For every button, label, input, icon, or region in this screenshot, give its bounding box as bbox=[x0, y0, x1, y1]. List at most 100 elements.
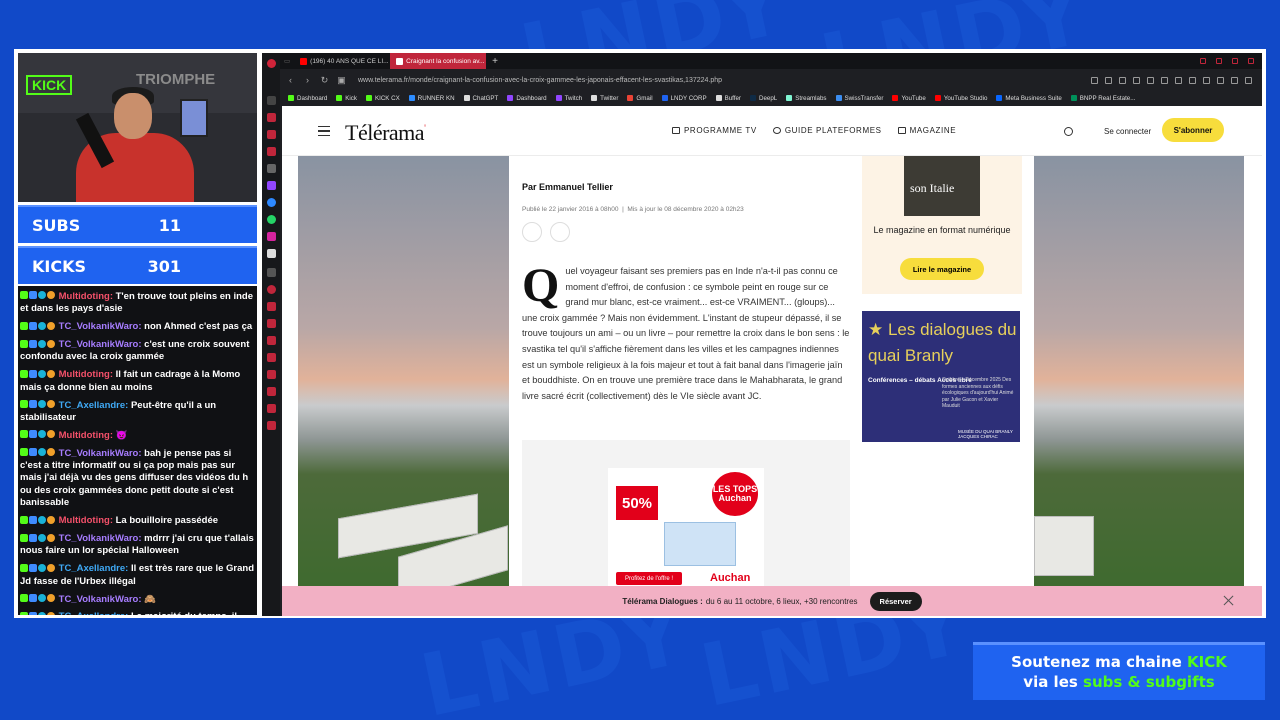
extension-icon[interactable] bbox=[1245, 76, 1252, 84]
twitch-icon[interactable] bbox=[266, 181, 276, 190]
tab-list-icon[interactable]: ▭ bbox=[280, 53, 294, 69]
tab-youtube[interactable]: (196) 40 ANS QUE CE LI... bbox=[294, 53, 390, 69]
bookmark-item[interactable]: Dashboard bbox=[288, 95, 327, 102]
subscribe-button[interactable]: S'abonner bbox=[1162, 118, 1224, 142]
chat-username[interactable]: TC_VolkanikWaro: bbox=[59, 321, 142, 332]
whatsapp-icon[interactable] bbox=[266, 215, 276, 224]
sidebar-icon[interactable] bbox=[266, 387, 276, 396]
close-icon[interactable] bbox=[1248, 58, 1254, 64]
bookmark-item[interactable]: Meta Business Suite bbox=[996, 95, 1062, 102]
bookmark-item[interactable]: LNDY CORP bbox=[661, 95, 707, 102]
share-icon[interactable] bbox=[522, 222, 542, 242]
read-magazine-button[interactable]: Lire le magazine bbox=[900, 258, 984, 280]
quai-branly-promo[interactable]: ★ Les dialogues du quai Branly Conférenc… bbox=[862, 311, 1020, 442]
chat-username[interactable]: Multidoting: bbox=[59, 369, 113, 380]
new-tab-button[interactable]: + bbox=[486, 53, 504, 69]
bookmark-icon[interactable] bbox=[550, 222, 570, 242]
telerama-logo[interactable]: Télérama' bbox=[345, 120, 426, 146]
tab-label: (196) 40 ANS QUE CE LI... bbox=[310, 57, 389, 65]
extension-icon[interactable] bbox=[1161, 76, 1168, 84]
sidebar-icon[interactable] bbox=[266, 96, 276, 105]
sidebar-icon[interactable] bbox=[266, 285, 276, 294]
article-author[interactable]: Par Emmanuel Tellier bbox=[522, 182, 613, 192]
chat-username[interactable]: TC_VolkanikWaro: bbox=[59, 339, 142, 350]
nav-guide-plateformes[interactable]: GUIDE PLATEFORMES bbox=[772, 126, 882, 135]
bookmark-item[interactable]: YouTube bbox=[892, 95, 926, 102]
bookmark-item[interactable]: Twitter bbox=[591, 95, 618, 102]
sidebar-icon[interactable] bbox=[266, 336, 276, 345]
chat-username[interactable]: TC_VolkanikWaro: bbox=[59, 533, 142, 544]
sidebar-icon[interactable] bbox=[266, 353, 276, 362]
sidebar-icon[interactable] bbox=[266, 113, 276, 122]
nav-programme-tv[interactable]: PROGRAMME TV bbox=[672, 126, 757, 135]
menu-icon[interactable] bbox=[318, 126, 330, 136]
chat-username[interactable]: TC_Axellandre: bbox=[59, 563, 129, 574]
bookmark-item[interactable]: KICK CX bbox=[365, 95, 400, 102]
reserve-button[interactable]: Réserver bbox=[869, 591, 922, 611]
sidebar-icon[interactable] bbox=[266, 147, 276, 156]
chat-username[interactable]: Multidoting: bbox=[59, 515, 113, 526]
advertisement[interactable]: 50% LES TOPS Auchan Profitez de l'offre … bbox=[522, 440, 850, 590]
nav-magazine[interactable]: MAGAZINE bbox=[897, 126, 957, 135]
bookmark-item[interactable]: Kick bbox=[336, 95, 357, 102]
login-link[interactable]: Se connecter bbox=[1104, 127, 1151, 136]
sidebar-icon[interactable] bbox=[266, 370, 276, 379]
bookmark-item[interactable]: RUNNER KN bbox=[408, 95, 455, 102]
bookmark-item[interactable]: SwissTransfer bbox=[835, 95, 883, 102]
badge-icon bbox=[20, 291, 28, 300]
ad-cta[interactable]: Profitez de l'offre ! bbox=[616, 572, 682, 585]
back-icon[interactable]: ‹ bbox=[286, 75, 295, 85]
chat-username[interactable]: TC_Axellandre: bbox=[59, 611, 129, 615]
extension-icon[interactable] bbox=[1133, 76, 1140, 84]
sidebar-icon[interactable] bbox=[266, 268, 276, 277]
bookmark-item[interactable]: DeepL bbox=[749, 95, 777, 102]
chat-username[interactable]: TC_VolkanikWaro: bbox=[59, 447, 142, 458]
bookmark-item[interactable]: Twitch bbox=[555, 95, 582, 102]
forward-icon[interactable]: › bbox=[303, 75, 312, 85]
bookmark-item[interactable]: YouTube Studio bbox=[934, 95, 987, 102]
extension-icon[interactable] bbox=[1203, 76, 1210, 84]
extension-icon[interactable] bbox=[1147, 76, 1154, 84]
chat-text: 😈 bbox=[115, 429, 128, 441]
instagram-icon[interactable] bbox=[266, 232, 276, 241]
bookmark-item[interactable]: Streamlabs bbox=[786, 95, 827, 102]
messenger-icon[interactable] bbox=[266, 198, 276, 207]
reload-icon[interactable]: ↻ bbox=[320, 75, 329, 86]
extension-icon[interactable] bbox=[1189, 76, 1196, 84]
close-icon[interactable] bbox=[1223, 595, 1234, 606]
bookmark-item[interactable]: Dashboard bbox=[507, 94, 547, 102]
extension-icon[interactable] bbox=[1217, 76, 1224, 84]
search-icon[interactable] bbox=[1064, 127, 1073, 136]
lock-icon[interactable]: ▣ bbox=[337, 75, 346, 86]
bookmark-item[interactable]: Gmail bbox=[627, 95, 653, 102]
opera-icon[interactable] bbox=[266, 59, 276, 68]
chat-message: Multidoting: T'en trouve tout pleins en … bbox=[20, 290, 255, 316]
magazine-cover[interactable]: son Italie bbox=[904, 156, 980, 216]
ad-creative[interactable]: 50% LES TOPS Auchan Profitez de l'offre … bbox=[608, 468, 764, 590]
bookmark-item[interactable]: ChatGPT bbox=[463, 95, 498, 102]
bookmark-item[interactable]: Buffer bbox=[715, 95, 741, 102]
url-field[interactable]: www.telerama.fr/monde/craignant-la-confu… bbox=[358, 77, 722, 84]
extension-icon[interactable] bbox=[1231, 76, 1238, 84]
extension-icon[interactable] bbox=[1119, 76, 1126, 84]
chat-username[interactable]: Multidoting: bbox=[59, 291, 113, 302]
sidebar-icon[interactable] bbox=[266, 404, 276, 413]
sidebar-icon[interactable] bbox=[266, 130, 276, 139]
chat-username[interactable]: Multidoting: bbox=[59, 430, 113, 441]
maximize-icon[interactable] bbox=[1232, 58, 1238, 64]
tab-telerama[interactable]: Craignant la confusion av... bbox=[390, 53, 487, 69]
minimize-icon[interactable] bbox=[1216, 58, 1222, 64]
sidebar-icon[interactable] bbox=[266, 319, 276, 328]
extension-icon[interactable] bbox=[1091, 76, 1098, 84]
sidebar-icon[interactable] bbox=[266, 164, 276, 173]
extension-icon[interactable] bbox=[1175, 76, 1182, 84]
chat-username[interactable]: TC_Axellandre: bbox=[59, 399, 129, 410]
chat-username[interactable]: TC_VolkanikWaro: bbox=[59, 593, 142, 604]
bookmark-item[interactable]: BNPP Real Estate... bbox=[1070, 95, 1135, 102]
search-tabs-icon[interactable] bbox=[1200, 58, 1206, 64]
sidebar-icon[interactable] bbox=[266, 421, 276, 430]
extension-icon[interactable] bbox=[1105, 76, 1112, 84]
sidebar-icon[interactable] bbox=[266, 302, 276, 311]
bookmark-label: Dashboard bbox=[516, 94, 547, 102]
x-icon[interactable] bbox=[266, 249, 276, 258]
